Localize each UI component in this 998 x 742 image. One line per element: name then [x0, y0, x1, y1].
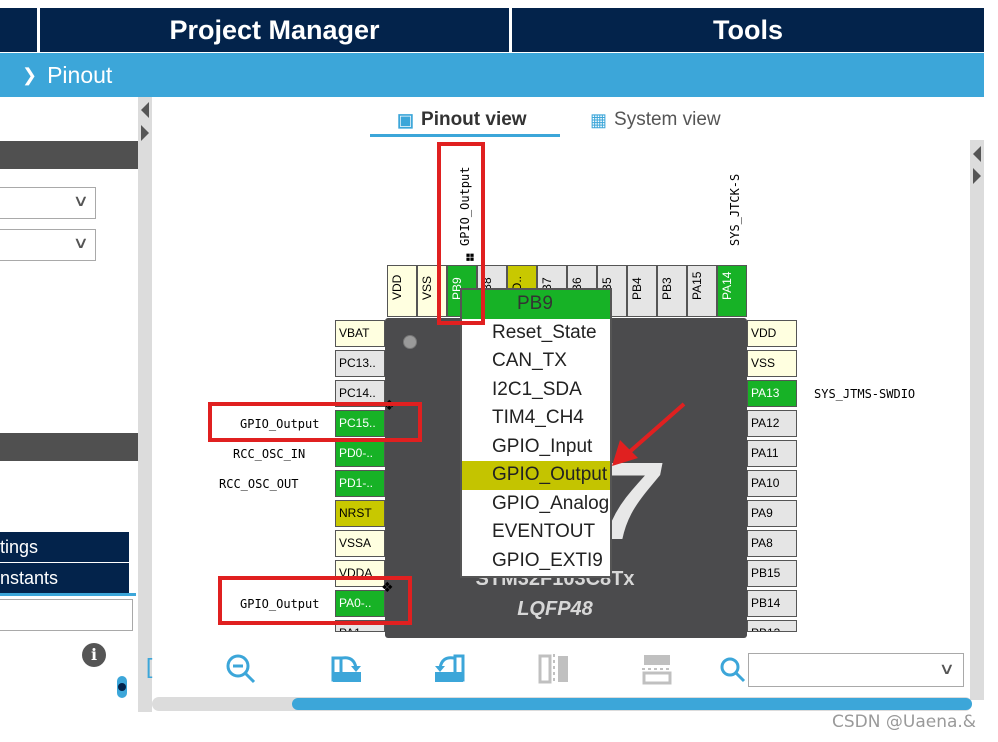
chevron-down-icon: ∨	[72, 233, 90, 252]
zoom-out-icon[interactable]	[224, 652, 258, 686]
rotate-right-icon[interactable]	[330, 652, 364, 686]
pin-top-pb4[interactable]: PB4	[627, 265, 657, 317]
pin-top-pa15[interactable]: PA15	[687, 265, 717, 317]
watermark: CSDN @Uaena.&	[832, 712, 977, 732]
mode-select-1[interactable]: ∨	[0, 187, 96, 219]
scrollbar-thumb[interactable]	[292, 698, 972, 710]
tab-underline	[0, 593, 136, 596]
flip-vertical-icon[interactable]	[537, 652, 571, 686]
menu-tab-partial[interactable]	[0, 8, 37, 52]
annotation-box-pc15	[208, 402, 422, 442]
pin-right-pa12[interactable]: PA12	[747, 410, 797, 437]
pin-top-vdd[interactable]: VDD	[387, 265, 417, 317]
fit-icon[interactable]: [	[144, 652, 156, 686]
menu-item-gpio-analog[interactable]: GPIO_Analog	[462, 490, 610, 519]
menu-item-i2c1-sda[interactable]: I2C1_SDA	[462, 376, 610, 405]
signal-label-pd0: RCC_OSC_IN	[233, 447, 306, 461]
annotation-arrow	[612, 402, 686, 466]
pin-right-vss[interactable]: VSS	[747, 350, 797, 377]
panel-header-bar-2	[0, 433, 138, 461]
config-tab-settings[interactable]: tings	[0, 532, 129, 562]
pin-left-pc13[interactable]: PC13..	[335, 350, 385, 377]
annotation-box-pa0	[218, 576, 412, 625]
chevron-down-icon: ❯	[22, 64, 38, 85]
menu-item-gpio-output[interactable]: GPIO_Output	[462, 461, 610, 490]
pin-left-pd1[interactable]: PD1-..	[335, 470, 385, 497]
flip-horizontal-icon[interactable]	[640, 652, 674, 686]
grid-icon: ▦	[590, 109, 608, 130]
pin-search-combobox[interactable]: ∨	[748, 653, 964, 687]
pin-top-pb3[interactable]: PB3	[657, 265, 687, 317]
search-icon[interactable]	[716, 652, 750, 686]
pinout-menu-label: Pinout	[47, 61, 113, 88]
info-icon[interactable]: i	[82, 643, 106, 667]
panel-splitter[interactable]	[138, 97, 152, 712]
chevron-down-icon[interactable]: ∨	[939, 659, 955, 678]
pinout-menu[interactable]: ❯ Pinout	[0, 53, 984, 97]
pin1-marker	[403, 335, 417, 349]
pin-right-pb15[interactable]: PB15	[747, 560, 797, 587]
signal-label-pa14: SYS_JTCK-S	[728, 173, 742, 246]
tab-pinout-view[interactable]: ▣ Pinout view	[397, 108, 527, 132]
menu-tab-project-manager[interactable]: Project Manager	[40, 8, 509, 52]
pin-top-pa14[interactable]: PA14	[717, 265, 747, 317]
right-scroll-panel[interactable]	[970, 140, 984, 700]
menu-item-can-tx[interactable]: CAN_TX	[462, 347, 610, 376]
top-menu-bar: Project Manager Tools	[0, 0, 998, 52]
pin-right-pa13[interactable]: PA13	[747, 380, 797, 407]
pin-right-pb14[interactable]: PB14	[747, 590, 797, 617]
collapse-left-icon[interactable]	[141, 102, 149, 118]
pin-right-pa11[interactable]: PA11	[747, 440, 797, 467]
signal-label-pd1: RCC_OSC_OUT	[219, 477, 299, 491]
menu-item-eventout[interactable]: EVENTOUT	[462, 518, 610, 547]
pin-left-pd0[interactable]: PD0-..	[335, 440, 385, 467]
pin-left-vssa[interactable]: VSSA	[335, 530, 385, 557]
signal-label-pa13: SYS_JTMS-SWDIO	[814, 387, 916, 401]
pin-right-pa10[interactable]: PA10	[747, 470, 797, 497]
pin-right-vdd[interactable]: VDD	[747, 320, 797, 347]
pin-right-pb13[interactable]: PB13	[747, 620, 797, 632]
menu-item-gpio-exti9[interactable]: GPIO_EXTI9	[462, 547, 610, 576]
chevron-down-icon: ∨	[72, 191, 90, 210]
pin-left-nrst[interactable]: NRST	[335, 500, 385, 527]
menu-item-gpio-input[interactable]: GPIO_Input	[462, 433, 610, 462]
annotation-box-pb9	[437, 142, 485, 325]
panel-header-bar	[0, 141, 138, 169]
menu-item-tim4-ch4[interactable]: TIM4_CH4	[462, 404, 610, 433]
chip-icon: ▣	[397, 109, 415, 130]
expand-right-icon[interactable]	[141, 125, 149, 141]
pin-right-pa9[interactable]: PA9	[747, 500, 797, 527]
rotate-left-icon[interactable]	[432, 652, 466, 686]
expand-left-icon[interactable]	[973, 168, 981, 184]
collapse-right-icon[interactable]	[973, 146, 981, 162]
mode-select-2[interactable]: ∨	[0, 229, 96, 261]
horizontal-scrollbar[interactable]	[152, 697, 972, 711]
pin-right-pa8[interactable]: PA8	[747, 530, 797, 557]
active-tab-underline	[370, 134, 560, 137]
chip-package: LQFP48	[517, 598, 593, 620]
menu-tab-tools[interactable]: Tools	[512, 8, 984, 52]
pin-context-menu: PB9 Reset_State CAN_TX I2C1_SDA TIM4_CH4…	[460, 288, 612, 578]
tab-system-view[interactable]: ▦ System view	[590, 108, 721, 132]
config-tab-constants[interactable]: nstants	[0, 563, 129, 593]
config-search-input[interactable]	[0, 599, 133, 631]
scroll-indicator[interactable]	[117, 676, 127, 698]
pin-left-vbat[interactable]: VBAT	[335, 320, 385, 347]
